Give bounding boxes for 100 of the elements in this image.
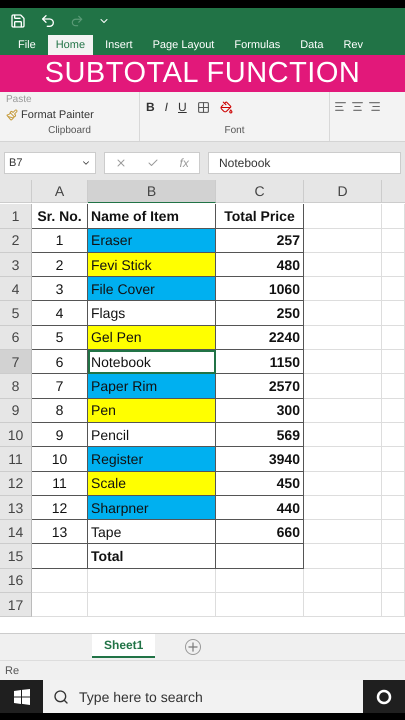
table-cell: 1 — [32, 228, 88, 253]
table-cell: 7 — [32, 374, 88, 399]
status-text: Re — [5, 664, 20, 676]
table-cell: 660 — [216, 520, 304, 544]
save-icon[interactable] — [10, 12, 26, 28]
column-header[interactable]: A — [32, 180, 88, 203]
row-header[interactable]: 12 — [0, 472, 32, 496]
table-cell — [382, 447, 405, 472]
formula-field[interactable]: Notebook — [208, 152, 401, 174]
table-cell — [382, 544, 405, 569]
table-cell: 1060 — [216, 277, 304, 302]
windows-icon[interactable] — [14, 688, 30, 704]
table-cell: 450 — [216, 472, 304, 496]
column-header[interactable]: C — [216, 180, 304, 203]
taskbar-search-field[interactable]: Type here to search — [43, 680, 363, 713]
align-right-icon[interactable] — [368, 100, 381, 113]
row-header[interactable]: 16 — [0, 568, 32, 594]
table-cell — [32, 544, 88, 569]
table-cell: 2570 — [216, 374, 304, 399]
table-cell: 10 — [32, 447, 88, 472]
undo-icon[interactable] — [40, 12, 56, 28]
table-cell — [382, 252, 405, 278]
row-header[interactable]: 13 — [0, 496, 32, 520]
table-cell: 11 — [32, 472, 88, 496]
table-cell — [382, 228, 405, 253]
table-cell: 9 — [32, 422, 88, 448]
add-sheet-icon[interactable] — [185, 639, 202, 655]
format-button[interactable]: B — [146, 100, 155, 114]
table-cell — [382, 520, 405, 544]
table-cell: Gel Pen — [88, 326, 216, 350]
align-center-icon[interactable] — [351, 100, 364, 113]
paintbrush-icon — [6, 109, 18, 121]
table-cell: Pen — [88, 398, 216, 423]
table-cell: Scale — [88, 472, 216, 496]
ribbon-tab[interactable]: Insert — [97, 35, 141, 55]
search-icon — [53, 688, 69, 704]
row-header[interactable]: 10 — [0, 422, 32, 448]
table-cell: 1150 — [216, 350, 304, 374]
ribbon-tab[interactable]: Data — [292, 35, 332, 55]
sheet-tab[interactable]: Sheet1 — [92, 634, 156, 658]
borders-icon[interactable] — [196, 100, 210, 114]
table-cell: 8 — [32, 398, 88, 423]
row-header[interactable]: 7 — [0, 350, 32, 374]
format-painter-button[interactable]: Format Painter — [6, 109, 133, 121]
format-button[interactable]: U — [178, 100, 187, 114]
row-header[interactable]: 8 — [0, 374, 32, 399]
row-header[interactable]: 9 — [0, 398, 32, 423]
table-cell: Sharpner — [88, 496, 216, 520]
table-cell: 300 — [216, 398, 304, 423]
row-header[interactable]: 3 — [0, 252, 32, 278]
table-cell: Pencil — [88, 422, 216, 448]
table-cell: 5 — [32, 326, 88, 350]
table-cell: 250 — [216, 301, 304, 326]
fill-color-icon[interactable] — [220, 100, 233, 114]
table-cell: 3940 — [216, 447, 304, 472]
table-cell — [382, 472, 405, 496]
table-cell: Paper Rim — [88, 374, 216, 399]
table-cell: Flags — [88, 301, 216, 326]
ribbon-tab[interactable]: Home — [48, 35, 94, 55]
ribbon-tab[interactable]: Formulas — [226, 35, 288, 55]
ribbon-tab[interactable]: File — [10, 35, 44, 55]
table-cell: 440 — [216, 496, 304, 520]
table-cell: Eraser — [88, 228, 216, 253]
table-cell: Total Price — [216, 204, 304, 229]
table-cell — [382, 398, 405, 423]
table-cell — [382, 374, 405, 399]
column-header[interactable]: D — [304, 180, 382, 203]
table-cell: Sr. No. — [32, 204, 88, 229]
table-cell: 480 — [216, 252, 304, 278]
row-header[interactable]: 14 — [0, 520, 32, 544]
group-label: Clipboard — [47, 125, 92, 138]
format-button[interactable]: I — [164, 100, 168, 114]
table-cell: Fevi Stick — [88, 252, 216, 278]
cancel-icon[interactable] — [115, 157, 128, 169]
row-header[interactable]: 4 — [0, 277, 32, 302]
row-header[interactable]: 5 — [0, 301, 32, 326]
title-banner: SUBTOTAL FUNCTION — [0, 55, 405, 92]
table-cell — [382, 568, 405, 594]
table-cell: 257 — [216, 228, 304, 253]
row-header[interactable]: 11 — [0, 447, 32, 472]
cortana-icon[interactable] — [376, 688, 392, 704]
align-left-icon[interactable] — [334, 100, 347, 113]
table-cell: Tape — [88, 520, 216, 544]
row-header[interactable]: 2 — [0, 228, 32, 253]
row-header[interactable]: 1 — [0, 204, 32, 229]
table-cell — [382, 350, 405, 374]
table-cell — [382, 422, 405, 448]
name-box[interactable]: B7 — [4, 152, 96, 174]
row-header[interactable]: 17 — [0, 593, 32, 618]
table-cell: 13 — [32, 520, 88, 544]
ribbon-tab[interactable]: Page Layout — [144, 35, 222, 55]
row-header[interactable]: 6 — [0, 326, 32, 350]
enter-icon[interactable] — [147, 157, 160, 169]
table-cell — [32, 593, 88, 618]
table-cell: Total — [88, 544, 216, 569]
ribbon-tab[interactable]: Rev — [335, 35, 372, 55]
column-header[interactable]: B — [88, 180, 216, 203]
table-cell: 2 — [32, 252, 88, 278]
row-header[interactable]: 15 — [0, 544, 32, 569]
table-cell: 12 — [32, 496, 88, 520]
